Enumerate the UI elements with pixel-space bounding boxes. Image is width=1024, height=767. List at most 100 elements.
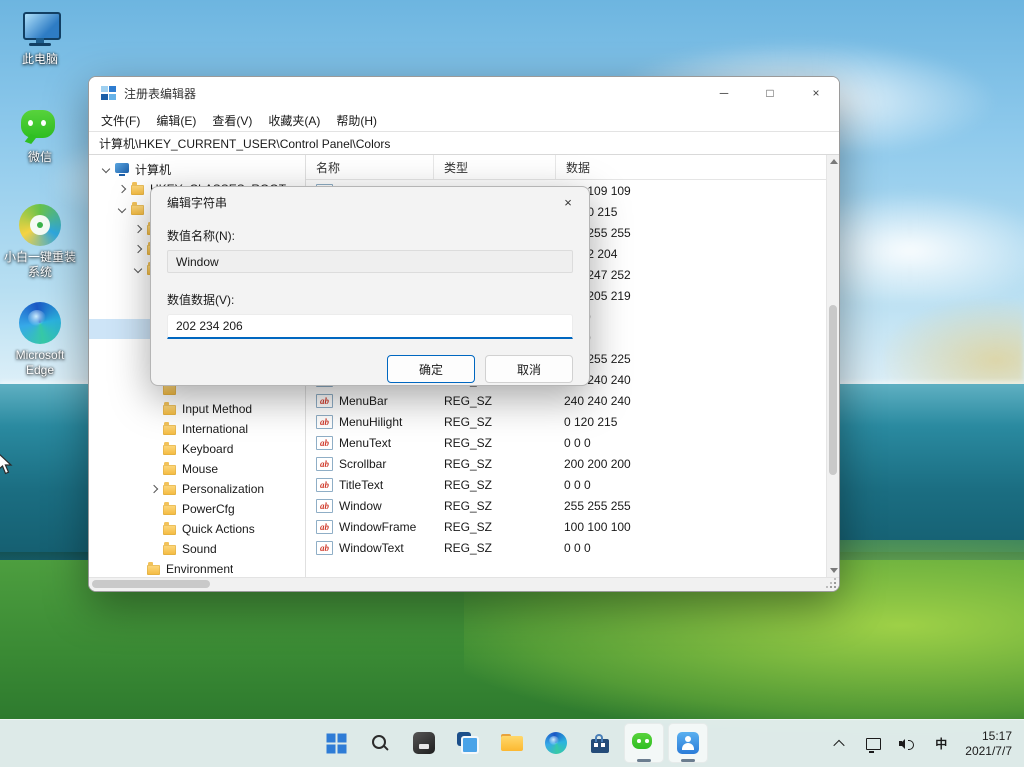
registry-value-row[interactable]: abWindowREG_SZ255 255 255: [306, 495, 826, 516]
cancel-button[interactable]: 取消: [485, 355, 573, 383]
collapse-chevron-icon[interactable]: [131, 262, 145, 276]
tree-item-international[interactable]: International: [89, 419, 305, 439]
tree-item-mouse[interactable]: Mouse: [89, 459, 305, 479]
scroll-up-arrow-icon[interactable]: [830, 159, 838, 164]
taskbar-clock[interactable]: 15:17 2021/7/7: [959, 729, 1018, 759]
desktop-icon-xiaobai[interactable]: 小白一键重装系统: [2, 204, 78, 280]
reg-sz-icon: ab: [316, 541, 333, 555]
menu-file[interactable]: 文件(F): [93, 110, 148, 131]
folder-icon: [163, 525, 176, 535]
value-type: REG_SZ: [434, 541, 556, 555]
taskbar-button-dark-app[interactable]: [404, 723, 444, 763]
tree-item-personalization[interactable]: Personalization: [89, 479, 305, 499]
this-pc-icon: [20, 10, 60, 48]
expand-chevron-icon[interactable]: [115, 182, 129, 196]
menu-edit[interactable]: 编辑(E): [148, 110, 204, 131]
menu-help[interactable]: 帮助(H): [328, 110, 385, 131]
start-icon: [326, 733, 335, 742]
taskbar-button-blue-app[interactable]: [668, 723, 708, 763]
dialog-title: 编辑字符串: [167, 194, 227, 211]
hscrollbar-thumb[interactable]: [92, 580, 210, 588]
value-name: MenuBar: [339, 394, 388, 408]
reg-sz-icon: ab: [316, 457, 333, 471]
registry-value-row[interactable]: abMenuBarREG_SZ240 240 240: [306, 390, 826, 411]
minimize-button[interactable]: ─: [701, 77, 747, 109]
value-name-field[interactable]: [167, 250, 573, 273]
value-data-input[interactable]: [167, 314, 573, 339]
scrollbar-thumb[interactable]: [829, 305, 837, 475]
taskbar-button-file-explorer[interactable]: [492, 723, 532, 763]
value-data: 0 0 0: [556, 331, 826, 345]
vertical-scrollbar[interactable]: [826, 155, 839, 577]
desktop-icon-this-pc[interactable]: 此电脑: [2, 10, 78, 67]
column-header-type[interactable]: 类型: [434, 155, 556, 179]
tree-item-label: Environment: [166, 562, 233, 576]
tree-item-powercfg[interactable]: PowerCfg: [89, 499, 305, 519]
edge-icon: [19, 302, 61, 344]
desktop-icon-wechat[interactable]: 微信: [2, 108, 78, 165]
folder-icon: [163, 445, 176, 455]
value-type: REG_SZ: [434, 415, 556, 429]
clock-time: 15:17: [965, 729, 1012, 744]
tree-item-quick-actions[interactable]: Quick Actions: [89, 519, 305, 539]
regedit-titlebar[interactable]: 注册表编辑器 ─ □ ×: [89, 77, 839, 109]
value-data: 0 120 215: [556, 415, 826, 429]
volume-tray-button[interactable]: [891, 726, 923, 762]
horizontal-scrollbar[interactable]: [89, 577, 839, 591]
tree-item-keyboard[interactable]: Keyboard: [89, 439, 305, 459]
dialog-titlebar[interactable]: 编辑字符串 ×: [151, 187, 589, 217]
folder-icon: [131, 205, 144, 215]
taskbar-button-start[interactable]: [316, 723, 356, 763]
tree-item-label: International: [182, 422, 248, 436]
tree-item-sound[interactable]: Sound: [89, 539, 305, 559]
registry-value-row[interactable]: abScrollbarREG_SZ200 200 200: [306, 453, 826, 474]
network-tray-button[interactable]: [857, 726, 889, 762]
clock-date: 2021/7/7: [965, 744, 1012, 759]
taskbar-button-edge[interactable]: [536, 723, 576, 763]
taskbar-button-search[interactable]: [360, 723, 400, 763]
column-header-name[interactable]: 名称: [306, 155, 434, 179]
twisty-spacer: [131, 562, 145, 576]
scroll-down-arrow-icon[interactable]: [830, 568, 838, 573]
taskbar-button-wechat[interactable]: [624, 723, 664, 763]
expand-chevron-icon[interactable]: [147, 482, 161, 496]
collapse-chevron-icon[interactable]: [99, 162, 113, 176]
registry-value-row[interactable]: abMenuHilightREG_SZ0 120 215: [306, 411, 826, 432]
expand-chevron-icon[interactable]: [131, 222, 145, 236]
expand-chevron-icon[interactable]: [131, 242, 145, 256]
collapse-chevron-icon[interactable]: [115, 202, 129, 216]
ok-button[interactable]: 确定: [387, 355, 475, 383]
tree-item-input-method[interactable]: Input Method: [89, 399, 305, 419]
registry-value-row[interactable]: abWindowTextREG_SZ0 0 0: [306, 537, 826, 558]
tree-item[interactable]: 计算机: [89, 159, 305, 179]
folder-icon: [163, 405, 176, 415]
column-header-data[interactable]: 数据: [556, 155, 826, 179]
address-bar-input[interactable]: [89, 132, 839, 154]
registry-value-row[interactable]: abMenuTextREG_SZ0 0 0: [306, 432, 826, 453]
resize-grip[interactable]: [834, 586, 836, 588]
reg-sz-icon: ab: [316, 478, 333, 492]
menu-view[interactable]: 查看(V): [204, 110, 260, 131]
task-view-icon: [457, 732, 479, 754]
reg-sz-icon: ab: [316, 499, 333, 513]
folder-icon: [163, 485, 176, 495]
menu-bar: 文件(F)编辑(E)查看(V)收藏夹(A)帮助(H): [89, 109, 839, 131]
maximize-button[interactable]: □: [747, 77, 793, 109]
menu-favorites[interactable]: 收藏夹(A): [260, 110, 328, 131]
value-type: REG_SZ: [434, 457, 556, 471]
ime-indicator[interactable]: 中: [925, 726, 957, 762]
desktop-icon-edge[interactable]: Microsoft Edge: [2, 302, 78, 378]
close-button[interactable]: ×: [793, 77, 839, 109]
taskbar-button-task-view[interactable]: [448, 723, 488, 763]
regedit-app-icon: [101, 86, 116, 101]
registry-value-row[interactable]: abTitleTextREG_SZ0 0 0: [306, 474, 826, 495]
twisty-spacer: [147, 422, 161, 436]
blue-app-icon: [677, 732, 699, 754]
twisty-spacer: [147, 402, 161, 416]
taskbar-button-store[interactable]: [580, 723, 620, 763]
list-header: 名称 类型 数据: [306, 155, 826, 180]
registry-value-row[interactable]: abWindowFrameREG_SZ100 100 100: [306, 516, 826, 537]
dialog-close-button[interactable]: ×: [547, 187, 589, 217]
tree-item-environment[interactable]: Environment: [89, 559, 305, 577]
tray-overflow-button[interactable]: [823, 726, 855, 762]
